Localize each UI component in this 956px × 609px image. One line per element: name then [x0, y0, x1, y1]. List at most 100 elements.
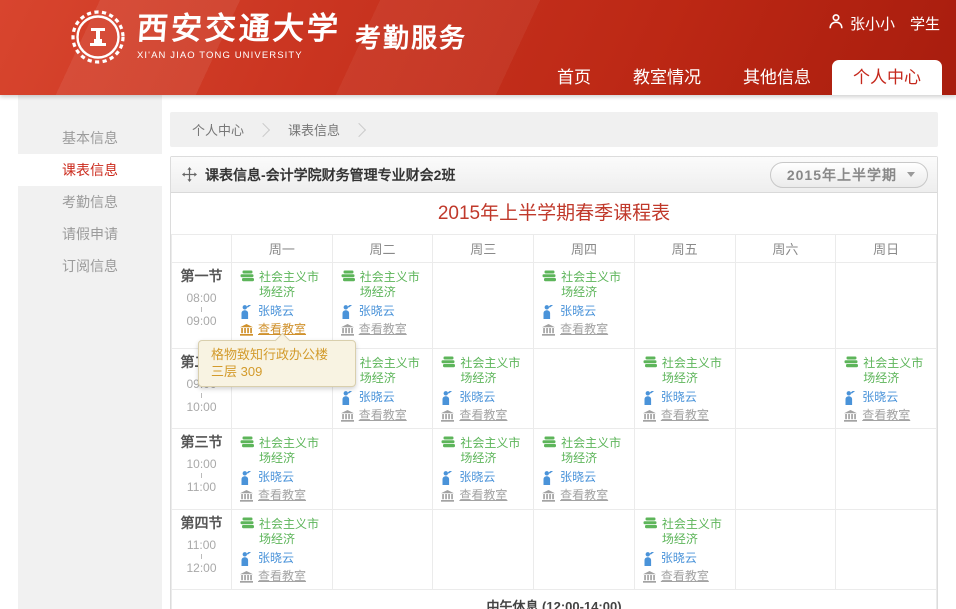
nav-item-active[interactable]: 个人中心: [832, 60, 942, 95]
view-classroom-link[interactable]: 查看教室: [441, 408, 531, 423]
course-icon: [441, 436, 456, 466]
chevron-down-icon: [907, 172, 915, 177]
period-row: 第三节10:0011:00社会主义市场经济张晓云查看教室社会主义市场经济张晓云查…: [172, 429, 937, 510]
university-name: 西安交通大学 XI'AN JIAO TONG UNIVERSITY: [137, 9, 341, 61]
lunch-break-label: 中午休息 (12:00-14:00): [172, 590, 937, 609]
time-start: 10:00: [172, 457, 231, 471]
view-classroom-link[interactable]: 查看教室: [441, 488, 531, 503]
teacher-name: 张晓云: [258, 304, 294, 319]
view-classroom-label: 查看教室: [359, 408, 407, 423]
user-menu[interactable]: 张小小 学生: [829, 13, 940, 34]
nav-item[interactable]: 教室情况: [612, 60, 722, 95]
sidebar-item[interactable]: 考勤信息: [18, 186, 162, 218]
teacher-entry: 张晓云: [441, 470, 531, 485]
move-icon[interactable]: [182, 167, 197, 182]
semester-dropdown[interactable]: 2015年上半学期: [770, 162, 928, 188]
nav-item[interactable]: 首页: [536, 60, 612, 95]
schedule-cell: [433, 263, 534, 349]
teacher-entry: 张晓云: [643, 390, 733, 405]
course-icon: [341, 270, 356, 300]
teacher-entry: 张晓云: [240, 551, 330, 566]
user-role: 学生: [910, 13, 940, 34]
schedule-cell: [836, 429, 937, 510]
top-banner: 西安交通大学 XI'AN JIAO TONG UNIVERSITY 考勤服务 张…: [0, 0, 956, 95]
view-classroom-label: 查看教室: [862, 408, 910, 423]
teacher-icon: [643, 552, 655, 566]
schedule-cell: [735, 263, 836, 349]
classroom-icon: [643, 410, 656, 422]
course-name: 社会主义市场经济: [662, 356, 733, 386]
panel-body: 2015年上半学期春季课程表 周一周二周三周四周五周六周日 第一节08:0009…: [171, 193, 937, 609]
view-classroom-link[interactable]: 查看教室: [643, 569, 733, 584]
day-header: 周四: [534, 235, 635, 263]
sidebar-item-active[interactable]: 课表信息: [18, 154, 162, 186]
course-name: 社会主义市场经济: [561, 436, 632, 466]
schedule-cell: [836, 263, 937, 349]
course-entry: 社会主义市场经济: [441, 356, 531, 386]
course-icon: [240, 270, 255, 300]
sidebar-item[interactable]: 基本信息: [18, 122, 162, 154]
schedule-title: 2015年上半学期春季课程表: [171, 193, 937, 234]
view-classroom-label: 查看教室: [661, 569, 709, 584]
schedule-cell: [735, 510, 836, 590]
view-classroom-link[interactable]: 查看教室: [240, 569, 330, 584]
sidebar-item[interactable]: 订阅信息: [18, 250, 162, 282]
view-classroom-link[interactable]: 查看教室: [844, 408, 934, 423]
day-header: 周五: [634, 235, 735, 263]
attendance-service-page: 西安交通大学 XI'AN JIAO TONG UNIVERSITY 考勤服务 张…: [0, 0, 956, 609]
time-start: 08:00: [172, 291, 231, 305]
breadcrumb-item[interactable]: 个人中心: [188, 120, 248, 139]
view-classroom-link[interactable]: 查看教室: [643, 408, 733, 423]
breadcrumb-item[interactable]: 课表信息: [284, 120, 344, 139]
view-classroom-link[interactable]: 查看教室: [341, 322, 431, 337]
teacher-entry: 张晓云: [341, 390, 431, 405]
period-time: 11:0012:00: [172, 538, 231, 575]
breadcrumb-chevron-icon: [352, 122, 366, 136]
nav-item[interactable]: 其他信息: [722, 60, 832, 95]
period-time: 10:00 11:00: [172, 457, 231, 494]
course-entry: 社会主义市场经济: [844, 356, 934, 386]
course-entry: 社会主义市场经济: [542, 436, 632, 466]
schedule-cell: [735, 429, 836, 510]
user-name: 张小小: [850, 13, 895, 34]
period-name: 第三节: [172, 435, 231, 450]
classroom-icon: [542, 324, 555, 336]
period-name: 第一节: [172, 269, 231, 284]
time-end: 11:00: [172, 480, 231, 494]
course-entry: 社会主义市场经济: [240, 270, 330, 300]
time-start: 11:00: [172, 538, 231, 552]
course-icon: [240, 517, 255, 547]
classroom-icon: [643, 571, 656, 583]
day-header: 周三: [433, 235, 534, 263]
time-dash: [201, 307, 202, 312]
view-classroom-link[interactable]: 查看教室: [542, 322, 632, 337]
course-name: 社会主义市场经济: [561, 270, 632, 300]
university-name-cn: 西安交通大学: [136, 9, 343, 49]
breadcrumb-chevron-icon: [256, 122, 270, 136]
course-icon: [441, 356, 456, 386]
course-icon: [844, 356, 859, 386]
view-classroom-link[interactable]: 查看教室: [240, 488, 330, 503]
view-classroom-link[interactable]: 查看教室: [542, 488, 632, 503]
classroom-icon: [240, 571, 253, 583]
view-classroom-label: 查看教室: [661, 408, 709, 423]
time-dash: [201, 554, 202, 559]
teacher-icon: [341, 305, 353, 319]
panel-header: 课表信息-会计学院财务管理专业财会2班 2015年上半学期: [171, 157, 937, 193]
schedule-cell: 社会主义市场经济张晓云查看教室: [634, 510, 735, 590]
sidebar-item[interactable]: 请假申请: [18, 218, 162, 250]
schedule-cell: [534, 510, 635, 590]
teacher-name: 张晓云: [661, 390, 697, 405]
time-end: 09:00: [172, 314, 231, 328]
course-icon: [542, 436, 557, 466]
course-entry: 社会主义市场经济: [240, 436, 330, 466]
time-dash: [201, 473, 202, 478]
classroom-icon: [240, 490, 253, 502]
breadcrumb: 个人中心 课表信息: [170, 112, 938, 147]
classroom-icon: [341, 410, 354, 422]
schedule-cell: 社会主义市场经济张晓云查看教室: [332, 263, 433, 349]
course-entry: 社会主义市场经济: [441, 436, 531, 466]
view-classroom-label: 查看教室: [459, 408, 507, 423]
view-classroom-link[interactable]: 查看教室: [341, 408, 431, 423]
course-name: 社会主义市场经济: [360, 270, 431, 300]
